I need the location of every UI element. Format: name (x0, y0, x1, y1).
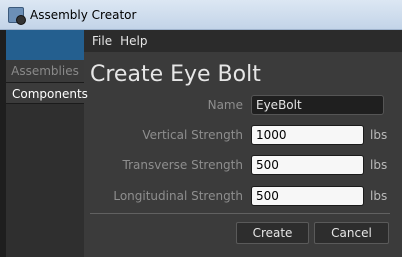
app-icon (8, 6, 26, 25)
transverse-strength-label: Transverse Strength (122, 158, 244, 172)
vertical-strength-label: Vertical Strength (142, 128, 243, 142)
menu-help[interactable]: Help (120, 34, 147, 48)
name-field[interactable] (251, 95, 384, 115)
form-divider (90, 213, 390, 214)
cancel-button[interactable]: Cancel (314, 222, 389, 244)
transverse-strength-unit: lbs (370, 158, 388, 172)
window-title-bar: Assembly Creator (0, 0, 402, 30)
create-button[interactable]: Create (236, 222, 309, 244)
page-title: Create Eye Bolt (90, 62, 261, 87)
vertical-strength-field[interactable] (251, 125, 364, 145)
window-title: Assembly Creator (30, 7, 137, 22)
transverse-strength-field[interactable] (251, 155, 364, 175)
longitudinal-strength-label: Longitudinal Strength (113, 189, 243, 203)
sidebar-header (6, 30, 84, 60)
longitudinal-strength-field[interactable] (251, 186, 364, 206)
name-label: Name (207, 98, 243, 112)
menu-file[interactable]: File (92, 34, 112, 48)
vertical-strength-unit: lbs (370, 128, 388, 142)
tab-assemblies[interactable]: Assemblies (6, 60, 84, 82)
menu-bar: File Help (84, 30, 402, 52)
tab-components[interactable]: Components (6, 82, 88, 104)
longitudinal-strength-unit: lbs (370, 189, 388, 203)
